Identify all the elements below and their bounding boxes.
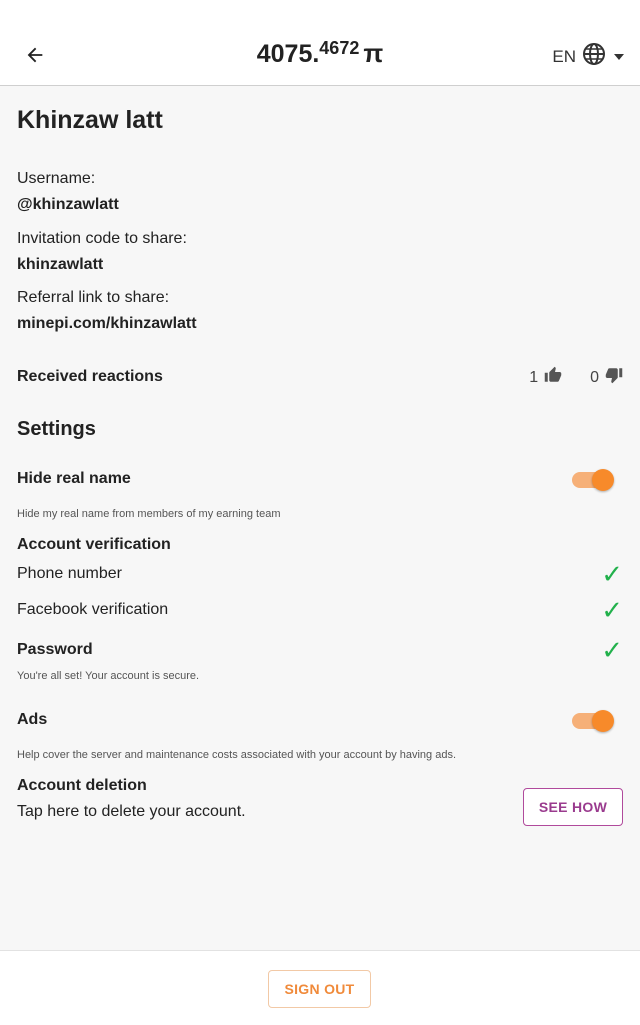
- balance-integer: 4075.: [256, 40, 320, 68]
- toggle-knob: [592, 469, 614, 491]
- globe-icon: [582, 42, 606, 71]
- account-deletion-description[interactable]: Tap here to delete your account.: [17, 803, 246, 821]
- profile-name: Khinzaw latt: [17, 106, 163, 134]
- received-reactions-label: Received reactions: [17, 368, 163, 385]
- top-bar: 4075.4672 π EN: [0, 0, 640, 86]
- password-verified-check-icon: ✓: [601, 635, 623, 665]
- facebook-verified-check-icon: ✓: [601, 595, 623, 625]
- phone-verified-check-icon: ✓: [601, 559, 623, 589]
- settings-title: Settings: [17, 418, 96, 440]
- phone-number-label: Phone number: [17, 565, 122, 582]
- username-label: Username:: [17, 170, 96, 187]
- ads-title: Ads: [17, 711, 48, 728]
- balance-decimal: 4672: [319, 38, 360, 58]
- referral-link-label: Referral link to share:: [17, 289, 170, 306]
- thumbs-up-icon: [544, 366, 562, 389]
- pi-balance: 4075.4672 π: [0, 38, 640, 69]
- ads-description: Help cover the server and maintenance co…: [17, 749, 457, 761]
- password-description: You're all set! Your account is secure.: [17, 670, 200, 682]
- username-value[interactable]: @khinzawlatt: [17, 196, 119, 214]
- reactions-counts: 1 0: [529, 366, 623, 389]
- likes-count: 1: [529, 368, 539, 386]
- dislikes-count: 0: [590, 368, 599, 386]
- see-how-button[interactable]: SEE HOW: [523, 788, 623, 826]
- account-verification-title: Account verification: [17, 536, 171, 553]
- invitation-code-value[interactable]: khinzawlatt: [17, 256, 103, 274]
- referral-link-value[interactable]: minepi.com/khinzawlatt: [17, 315, 197, 333]
- toggle-knob: [592, 710, 614, 732]
- language-selector[interactable]: EN: [552, 42, 626, 71]
- hide-real-name-description: Hide my real name from members of my ear…: [17, 508, 281, 520]
- dropdown-caret-icon: [612, 47, 626, 67]
- sign-out-button[interactable]: SIGN OUT: [268, 970, 371, 1008]
- password-title: Password: [17, 641, 93, 658]
- hide-real-name-title: Hide real name: [17, 470, 131, 487]
- account-deletion-title: Account deletion: [17, 777, 147, 794]
- facebook-verification-label: Facebook verification: [17, 601, 169, 618]
- hide-real-name-toggle[interactable]: [572, 469, 614, 491]
- ads-toggle[interactable]: [572, 710, 614, 732]
- pi-symbol: π: [363, 38, 384, 68]
- bottom-bar: SIGN OUT: [0, 950, 640, 1025]
- thumbs-down-icon: [605, 366, 623, 389]
- language-code: EN: [552, 46, 576, 66]
- invitation-code-label: Invitation code to share:: [17, 230, 187, 247]
